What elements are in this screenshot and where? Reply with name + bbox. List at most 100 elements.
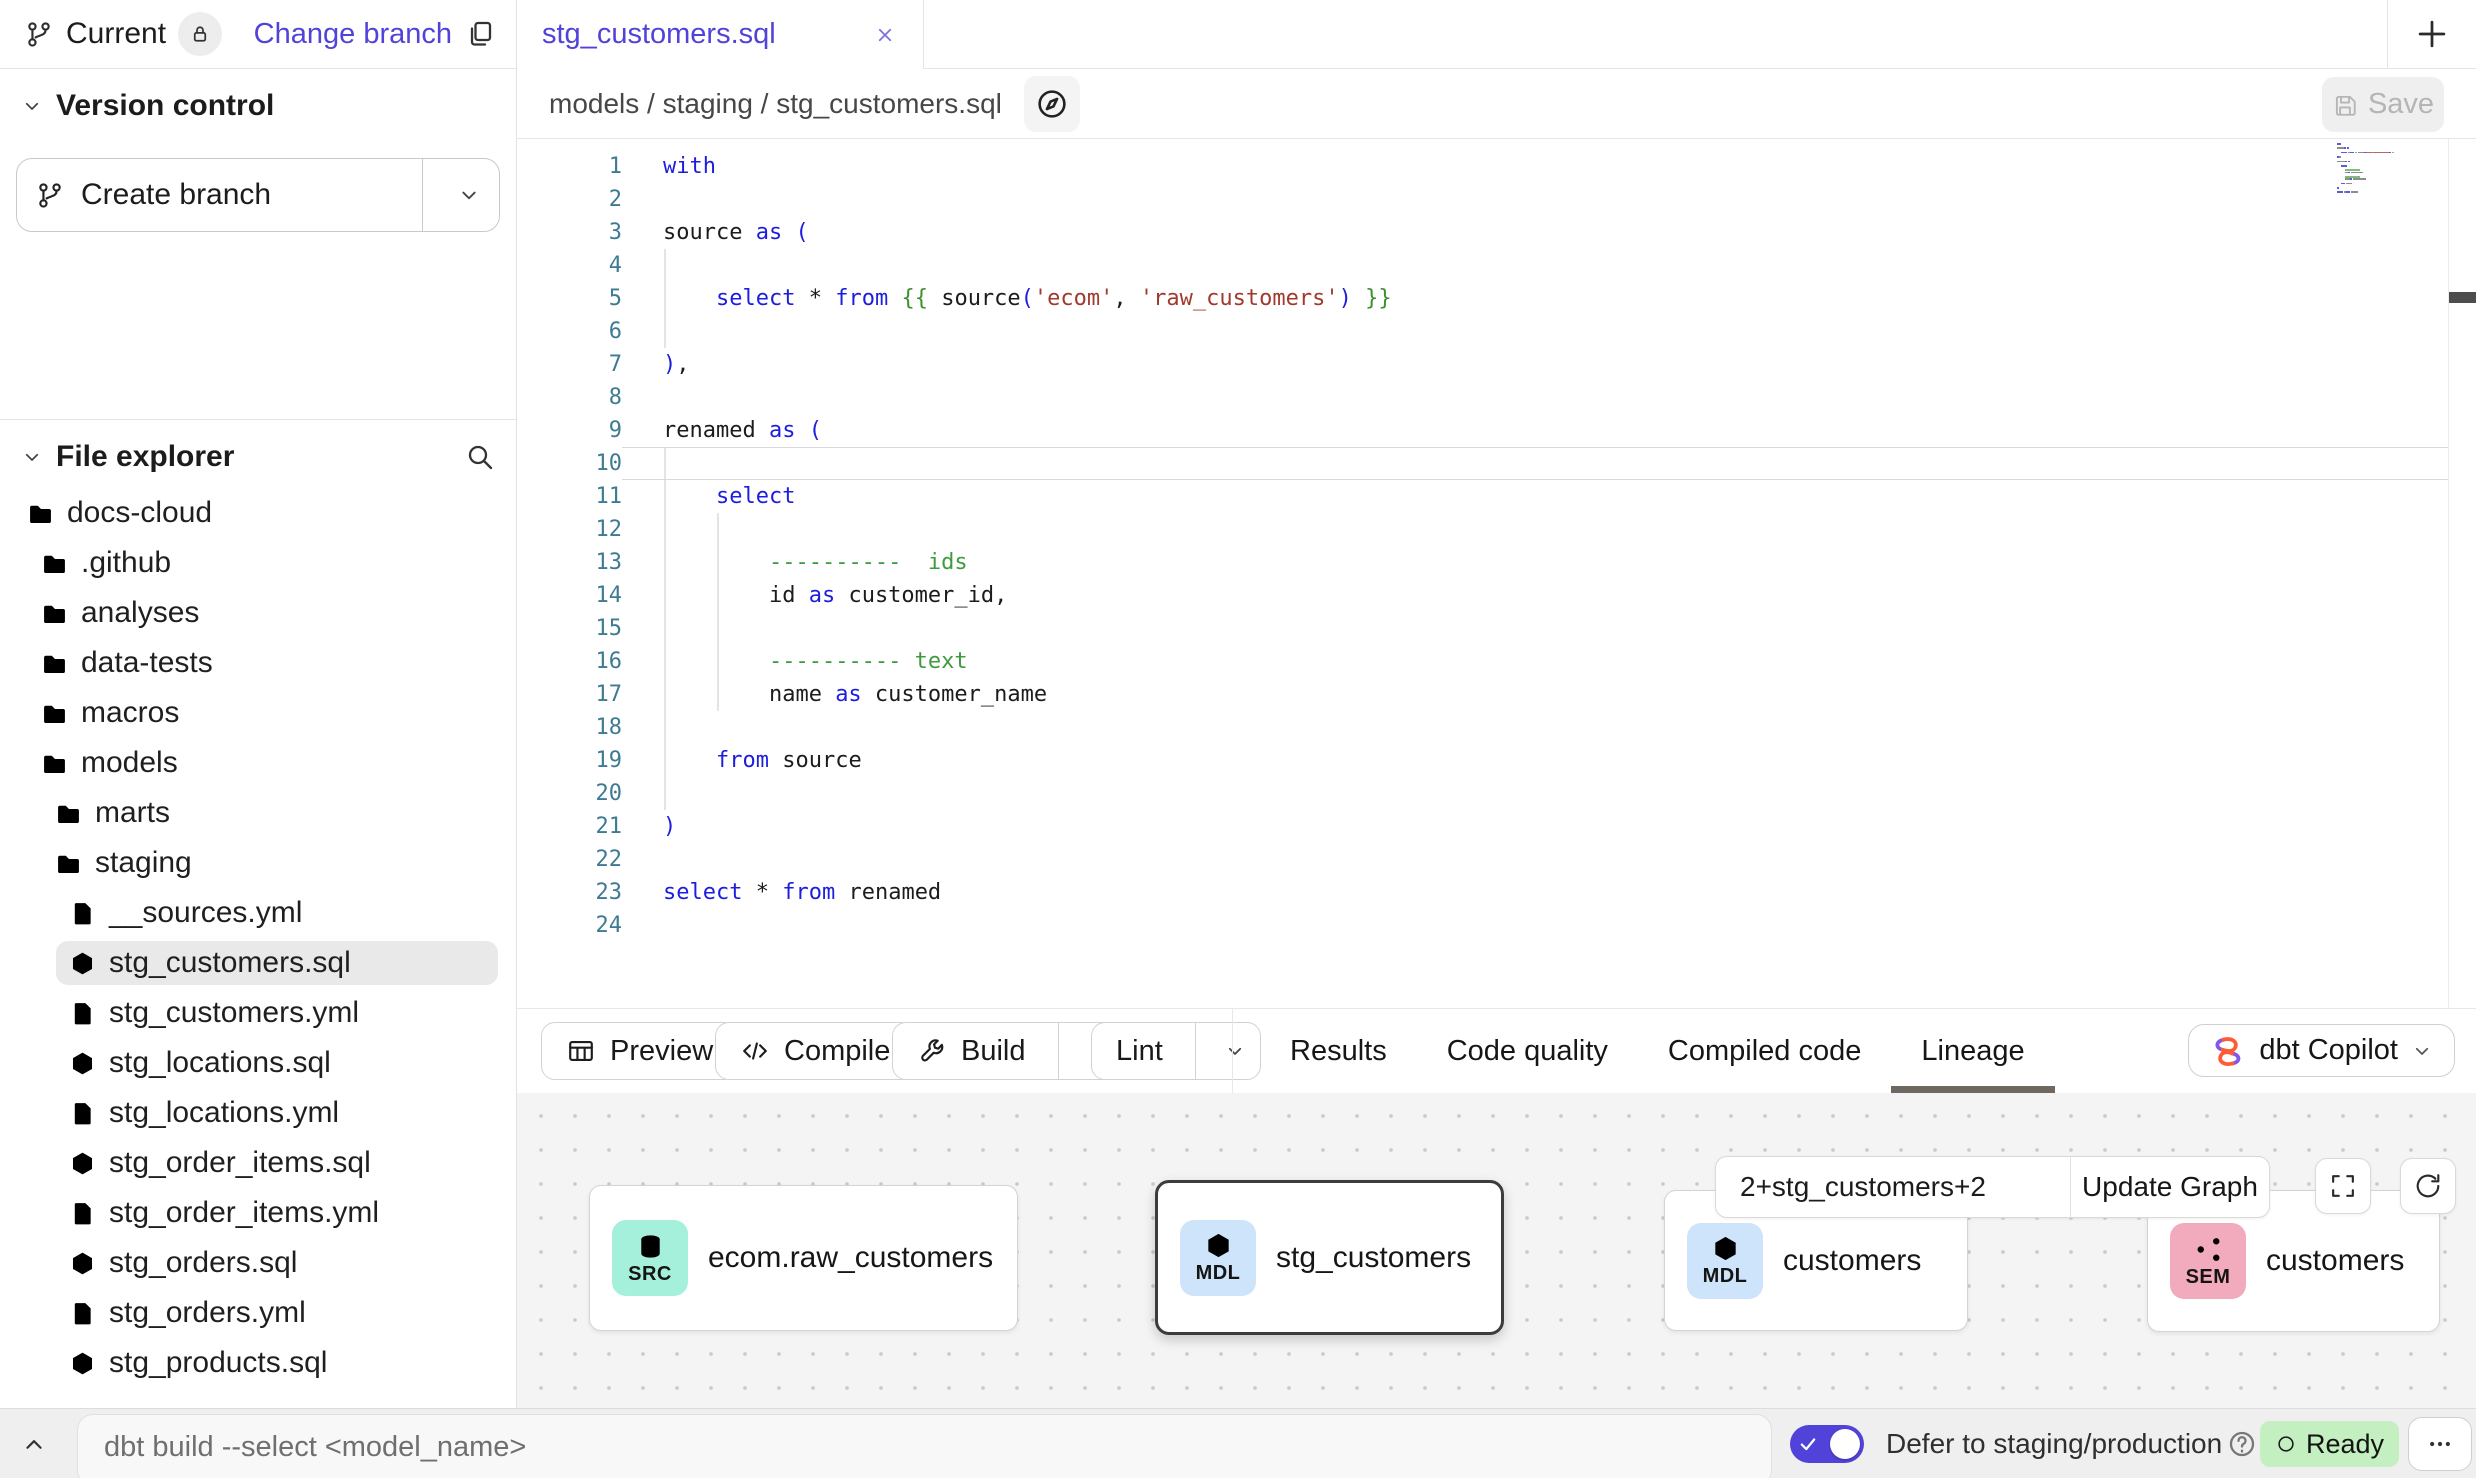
more-options-button[interactable] — [2408, 1417, 2472, 1471]
line-number-24[interactable]: 24 — [516, 909, 622, 942]
code-line-5[interactable]: select * from {{ source('ecom', 'raw_cus… — [663, 282, 1392, 315]
line-number-3[interactable]: 3 — [516, 216, 622, 249]
line-number-19[interactable]: 19 — [516, 744, 622, 777]
status-badge[interactable]: Ready — [2260, 1421, 2399, 1467]
line-number-5[interactable]: 5 — [516, 282, 622, 315]
line-number-14[interactable]: 14 — [516, 579, 622, 612]
file-tree-item-models[interactable]: models — [0, 738, 516, 788]
new-tab-button[interactable] — [2413, 15, 2451, 53]
file-tree-item-stg-customers-yml[interactable]: stg_customers.yml — [0, 988, 516, 1038]
file-tree-item--sources-yml[interactable]: __sources.yml — [0, 888, 516, 938]
update-graph-button[interactable]: Update Graph — [2071, 1157, 2269, 1217]
compile-button[interactable]: Compile — [715, 1022, 915, 1080]
line-number-1[interactable]: 1 — [516, 150, 622, 183]
build-button[interactable]: Build — [892, 1022, 1124, 1080]
line-number-17[interactable]: 17 — [516, 678, 622, 711]
tab-stg-customers-sql[interactable]: stg_customers.sql — [516, 0, 924, 69]
file-tree-item-staging[interactable]: staging — [0, 838, 516, 888]
defer-toggle[interactable] — [1790, 1425, 1864, 1463]
file-tree-item-stg-locations-sql[interactable]: stg_locations.sql — [0, 1038, 516, 1088]
lint-menu-button[interactable] — [1210, 1023, 1260, 1079]
line-number-4[interactable]: 4 — [516, 249, 622, 282]
create-branch-button[interactable]: Create branch — [16, 158, 500, 232]
code-line-8[interactable] — [663, 381, 1392, 414]
file-tree-item-marts[interactable]: marts — [0, 788, 516, 838]
code-line-7[interactable]: ), — [663, 348, 1392, 381]
copilot-compass-button[interactable] — [1024, 76, 1080, 132]
code-line-9[interactable]: renamed as ( — [663, 414, 1392, 447]
code-line-19[interactable]: from source — [663, 744, 1392, 777]
line-numbers[interactable]: 123456789101112131415161718192021222324 — [516, 150, 622, 942]
code-line-24[interactable] — [663, 909, 1392, 942]
code-line-10[interactable] — [663, 447, 1392, 480]
code-content[interactable]: withsource as ( select * from {{ source(… — [663, 150, 1392, 942]
line-number-22[interactable]: 22 — [516, 843, 622, 876]
code-line-6[interactable] — [663, 315, 1392, 348]
code-line-20[interactable] — [663, 777, 1392, 810]
file-tree-item-stg-customers-sql[interactable]: stg_customers.sql — [0, 938, 516, 988]
tab-results[interactable]: Results — [1260, 1009, 1417, 1093]
collapse-command-bar-button[interactable] — [12, 1422, 56, 1466]
line-number-20[interactable]: 20 — [516, 777, 622, 810]
lineage-selector-input[interactable] — [1716, 1157, 2070, 1217]
code-line-17[interactable]: name as customer_name — [663, 678, 1392, 711]
lineage-node-mdl-stg-customers[interactable]: MDLstg_customers — [1155, 1180, 1504, 1335]
fullscreen-button[interactable] — [2315, 1158, 2371, 1214]
code-line-11[interactable]: select — [663, 480, 1392, 513]
line-number-9[interactable]: 9 — [516, 414, 622, 447]
close-tab-button[interactable] — [873, 23, 897, 47]
command-input[interactable] — [77, 1414, 1772, 1478]
scrollbar-marker[interactable] — [2449, 292, 2476, 303]
tab-compiled-code[interactable]: Compiled code — [1638, 1009, 1891, 1093]
code-line-3[interactable]: source as ( — [663, 216, 1392, 249]
file-tree-item-stg-order-items-sql[interactable]: stg_order_items.sql — [0, 1138, 516, 1188]
file-tree-item-docs-cloud[interactable]: docs-cloud — [0, 488, 516, 538]
file-tree-item-stg-order-items-yml[interactable]: stg_order_items.yml — [0, 1188, 516, 1238]
code-line-13[interactable]: ---------- ids — [663, 546, 1392, 579]
code-line-18[interactable] — [663, 711, 1392, 744]
line-number-7[interactable]: 7 — [516, 348, 622, 381]
preview-button[interactable]: Preview — [541, 1022, 738, 1080]
file-explorer-section-header[interactable]: File explorer — [0, 437, 516, 477]
line-number-2[interactable]: 2 — [516, 183, 622, 216]
code-line-16[interactable]: ---------- text — [663, 645, 1392, 678]
line-number-13[interactable]: 13 — [516, 546, 622, 579]
code-line-14[interactable]: id as customer_id, — [663, 579, 1392, 612]
refresh-graph-button[interactable] — [2400, 1158, 2456, 1214]
file-tree-item-macros[interactable]: macros — [0, 688, 516, 738]
lineage-node-src-ecom-raw-customers[interactable]: SRCecom.raw_customers — [589, 1185, 1018, 1331]
tab-lineage[interactable]: Lineage — [1891, 1009, 2054, 1093]
line-number-11[interactable]: 11 — [516, 480, 622, 513]
code-line-21[interactable]: ) — [663, 810, 1392, 843]
line-number-12[interactable]: 12 — [516, 513, 622, 546]
minimap[interactable] — [2337, 142, 2441, 262]
code-editor[interactable]: 123456789101112131415161718192021222324 … — [516, 139, 2476, 1008]
line-number-16[interactable]: 16 — [516, 645, 622, 678]
copy-branch-button[interactable] — [464, 18, 496, 50]
line-number-23[interactable]: 23 — [516, 876, 622, 909]
save-button[interactable]: Save — [2322, 77, 2444, 132]
file-tree-item--github[interactable]: .github — [0, 538, 516, 588]
lint-button[interactable]: Lint — [1091, 1022, 1261, 1080]
version-control-section-header[interactable]: Version control — [0, 86, 516, 126]
file-tree-item-stg-orders-yml[interactable]: stg_orders.yml — [0, 1288, 516, 1338]
code-line-22[interactable] — [663, 843, 1392, 876]
code-line-12[interactable] — [663, 513, 1392, 546]
code-line-23[interactable]: select * from renamed — [663, 876, 1392, 909]
create-branch-menu-button[interactable] — [439, 159, 499, 231]
dbt-copilot-button[interactable]: dbt Copilot — [2188, 1024, 2455, 1077]
file-search-button[interactable] — [464, 441, 496, 473]
line-number-21[interactable]: 21 — [516, 810, 622, 843]
code-line-15[interactable] — [663, 612, 1392, 645]
lineage-canvas[interactable]: SRCecom.raw_customersMDLstg_customersMDL… — [516, 1093, 2476, 1408]
change-branch-link[interactable]: Change branch — [254, 18, 452, 51]
code-line-2[interactable] — [663, 183, 1392, 216]
line-number-18[interactable]: 18 — [516, 711, 622, 744]
code-line-4[interactable] — [663, 249, 1392, 282]
line-number-10[interactable]: 10 — [516, 447, 622, 480]
line-number-8[interactable]: 8 — [516, 381, 622, 414]
file-tree-item-stg-orders-sql[interactable]: stg_orders.sql — [0, 1238, 516, 1288]
file-tree-item-stg-locations-yml[interactable]: stg_locations.yml — [0, 1088, 516, 1138]
file-tree-item-stg-products-sql[interactable]: stg_products.sql — [0, 1338, 516, 1388]
line-number-15[interactable]: 15 — [516, 612, 622, 645]
